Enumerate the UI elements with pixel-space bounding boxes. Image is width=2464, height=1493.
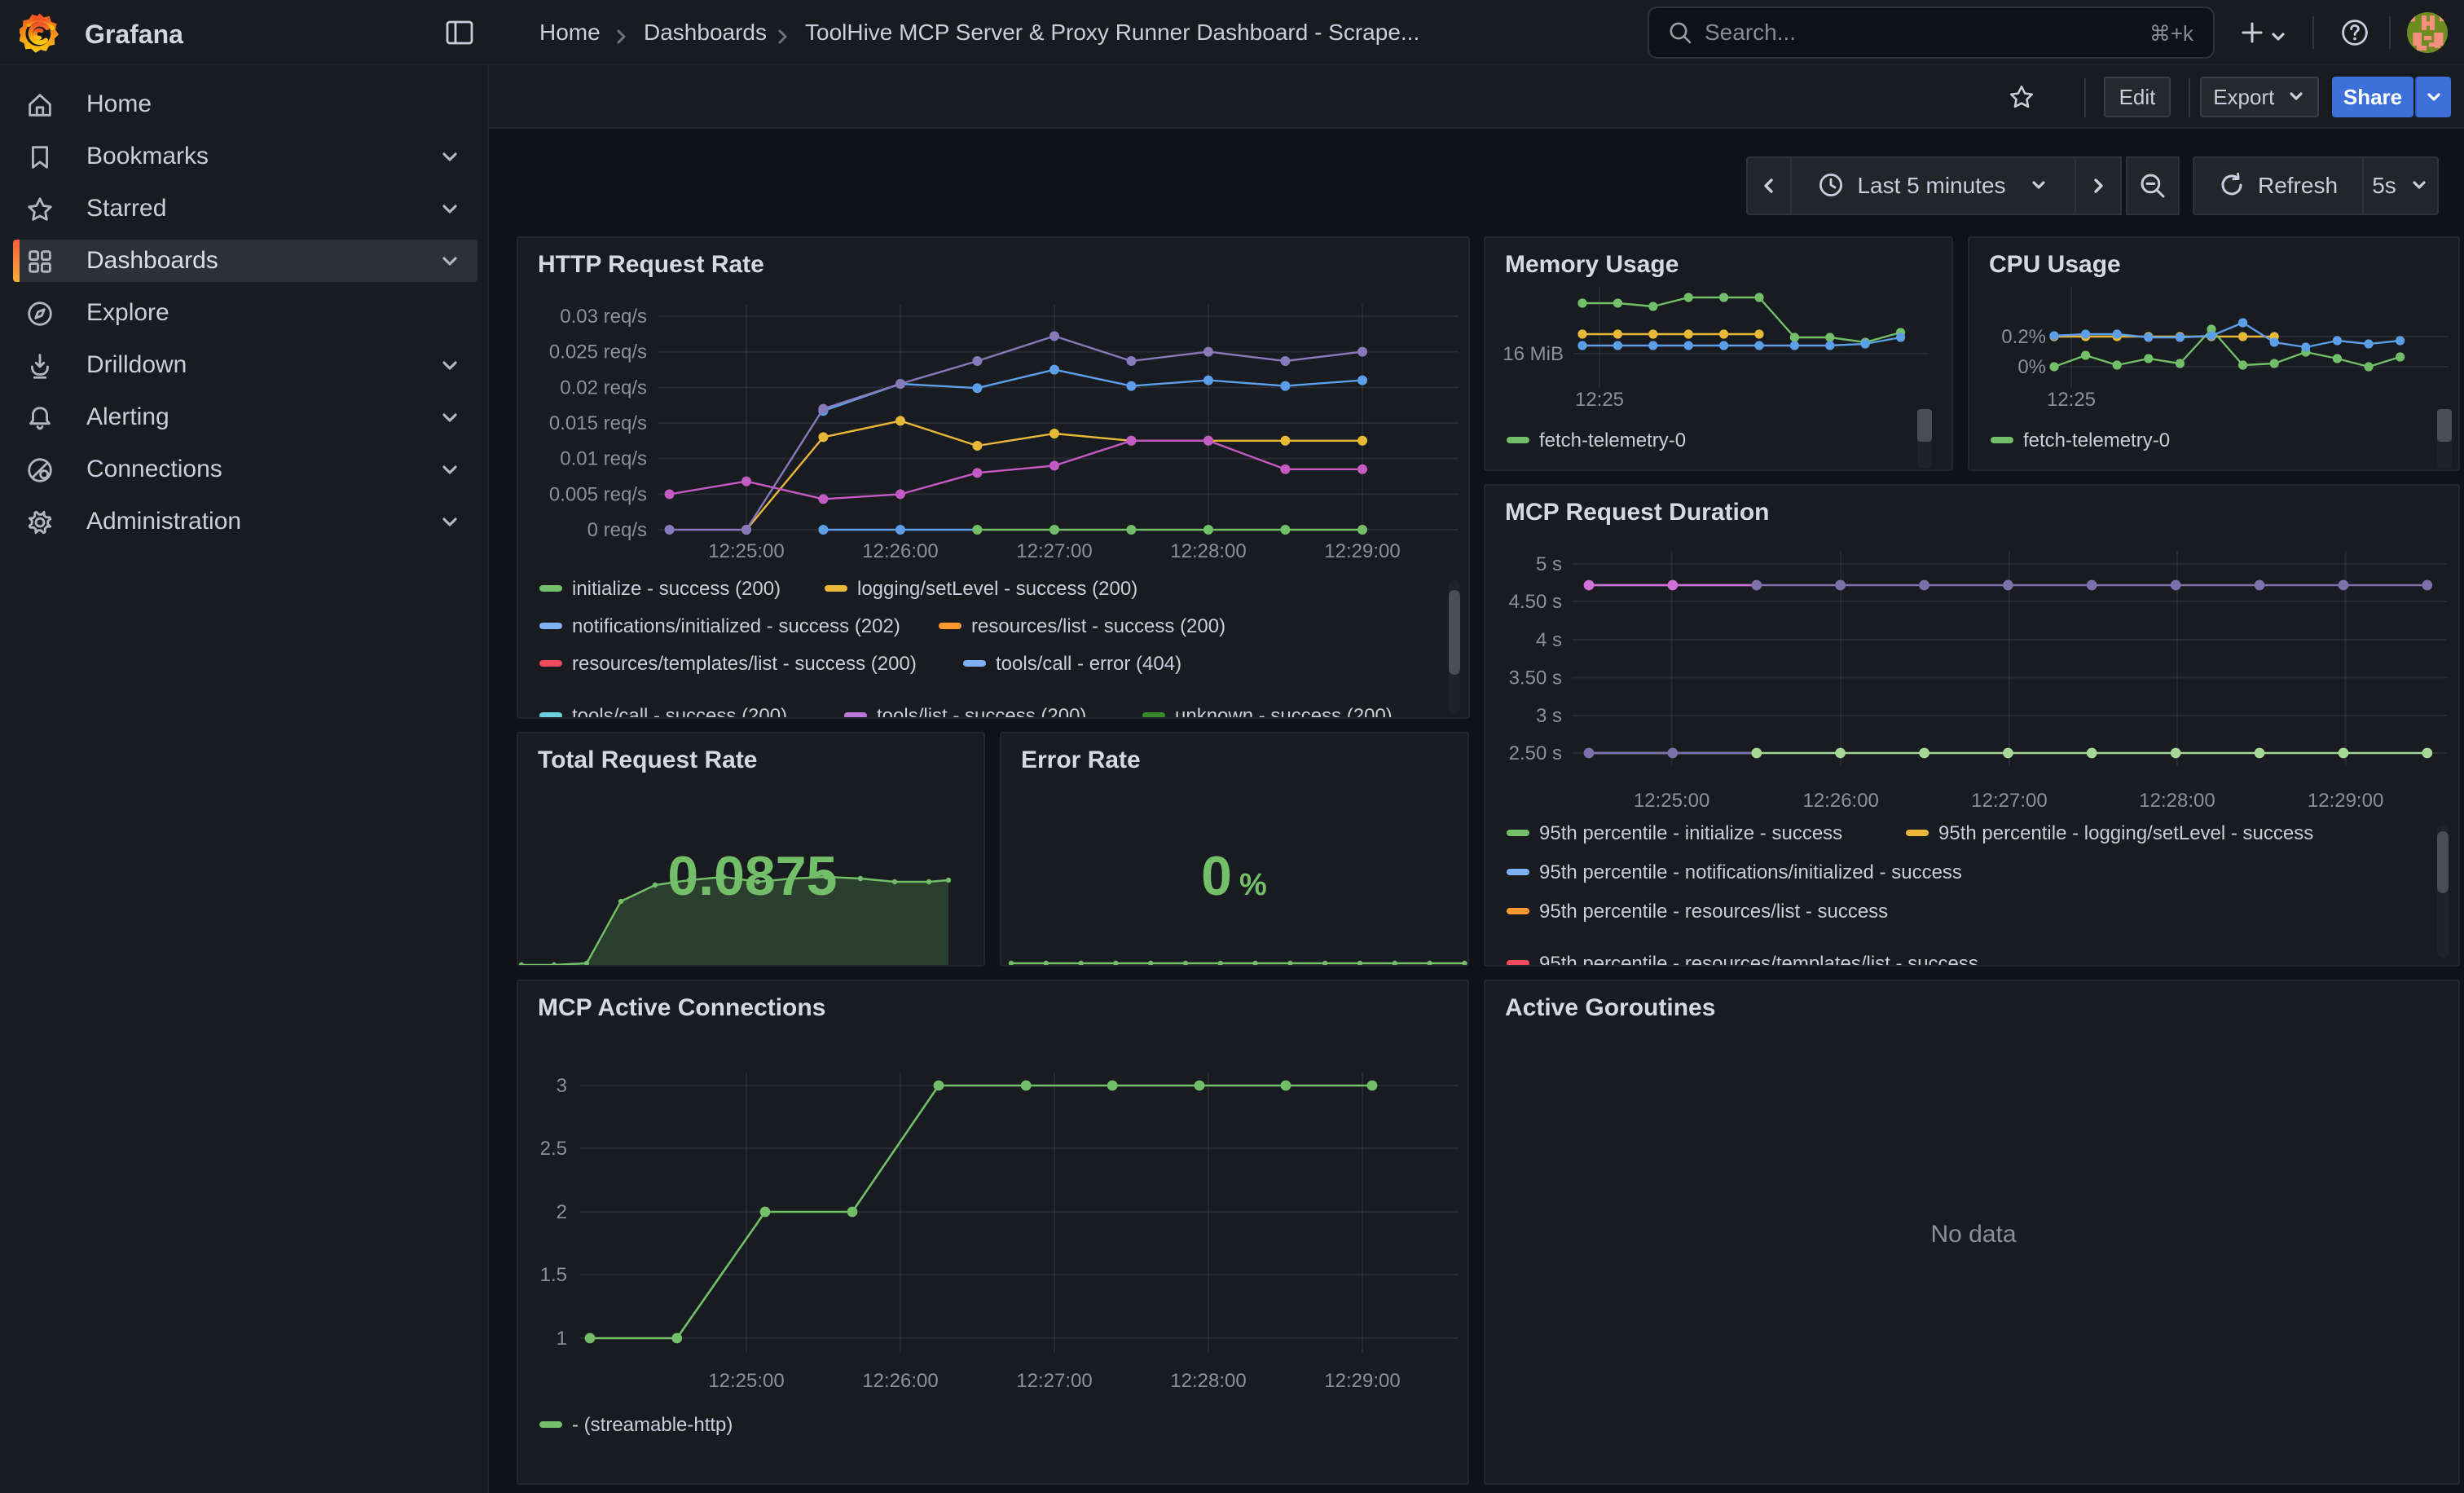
svg-text:3.50 s: 3.50 s (1509, 667, 1562, 689)
svg-text:0.025 req/s: 0.025 req/s (549, 341, 647, 363)
svg-text:12:28:00: 12:28:00 (1170, 540, 1246, 562)
svg-text:0: 0 (1201, 845, 1232, 907)
svg-text:unknown - success (200): unknown - success (200) (1175, 705, 1393, 719)
svg-text:tools/list - success (200): tools/list - success (200) (877, 705, 1086, 719)
svg-text:3 s: 3 s (1536, 705, 1562, 727)
svg-text:notifications/initialized - su: notifications/initialized - success (202… (572, 615, 900, 637)
svg-text:12:25: 12:25 (1575, 389, 1624, 411)
svg-text:1: 1 (557, 1328, 567, 1350)
svg-text:tools/call - error (404): tools/call - error (404) (996, 653, 1181, 675)
svg-text:95th percentile - resources/li: 95th percentile - resources/list - succe… (1539, 901, 1888, 923)
svg-text:12:29:00: 12:29:00 (1324, 1370, 1400, 1392)
svg-text:tools/call - success (200): tools/call - success (200) (572, 705, 787, 719)
svg-text:0.02 req/s: 0.02 req/s (560, 377, 647, 399)
svg-text:initialize - success (200): initialize - success (200) (572, 578, 781, 600)
svg-text:5 s: 5 s (1536, 553, 1562, 575)
svg-text:12:29:00: 12:29:00 (1324, 540, 1400, 562)
svg-text:- (streamable-http): - (streamable-http) (572, 1414, 733, 1436)
svg-text:2.5: 2.5 (540, 1138, 567, 1160)
svg-text:12:28:00: 12:28:00 (1170, 1370, 1246, 1392)
svg-text:4 s: 4 s (1536, 629, 1562, 651)
svg-text:12:27:00: 12:27:00 (1016, 1370, 1092, 1392)
svg-text:2.50 s: 2.50 s (1509, 742, 1562, 764)
svg-text:resources/list - success (200): resources/list - success (200) (971, 615, 1225, 637)
svg-text:1.5: 1.5 (540, 1264, 567, 1286)
svg-text:4.50 s: 4.50 s (1509, 591, 1562, 613)
svg-text:12:26:00: 12:26:00 (862, 540, 938, 562)
svg-text:0.005 req/s: 0.005 req/s (549, 483, 647, 505)
svg-text:12:27:00: 12:27:00 (1016, 540, 1092, 562)
svg-text:2: 2 (557, 1201, 567, 1223)
svg-text:12:25:00: 12:25:00 (1634, 790, 1709, 812)
svg-text:0%: 0% (2017, 356, 2046, 378)
svg-text:16 MiB: 16 MiB (1503, 343, 1564, 365)
svg-text:fetch-telemetry-0: fetch-telemetry-0 (1539, 429, 1686, 451)
svg-text:0 req/s: 0 req/s (587, 519, 647, 541)
svg-text:No data: No data (1930, 1221, 2016, 1248)
svg-text:%: % (1239, 868, 1267, 902)
svg-text:95th percentile - initialize -: 95th percentile - initialize - success (1539, 822, 1842, 844)
svg-text:95th percentile - logging/setL: 95th percentile - logging/setLevel - suc… (1938, 822, 2313, 844)
svg-text:12:25:00: 12:25:00 (708, 540, 784, 562)
svg-text:12:27:00: 12:27:00 (1971, 790, 2047, 812)
svg-text:3: 3 (557, 1075, 567, 1097)
svg-text:0.015 req/s: 0.015 req/s (549, 412, 647, 434)
svg-text:0.03 req/s: 0.03 req/s (560, 306, 647, 328)
svg-text:0.0875: 0.0875 (667, 845, 837, 907)
svg-text:0.01 req/s: 0.01 req/s (560, 448, 647, 470)
svg-text:logging/setLevel - success (20: logging/setLevel - success (200) (857, 578, 1137, 600)
svg-text:12:25: 12:25 (2047, 389, 2096, 411)
svg-text:12:29:00: 12:29:00 (2308, 790, 2383, 812)
svg-text:95th percentile - notification: 95th percentile - notifications/initiali… (1539, 861, 1962, 883)
svg-text:0.2%: 0.2% (2001, 326, 2046, 348)
svg-text:12:25:00: 12:25:00 (708, 1370, 784, 1392)
svg-text:fetch-telemetry-0: fetch-telemetry-0 (2023, 429, 2170, 451)
svg-text:12:28:00: 12:28:00 (2139, 790, 2215, 812)
svg-text:12:26:00: 12:26:00 (1802, 790, 1878, 812)
svg-text:12:26:00: 12:26:00 (862, 1370, 938, 1392)
svg-text:resources/templates/list - suc: resources/templates/list - success (200) (572, 653, 917, 675)
svg-text:95th percentile - resources/te: 95th percentile - resources/templates/li… (1539, 953, 1978, 967)
